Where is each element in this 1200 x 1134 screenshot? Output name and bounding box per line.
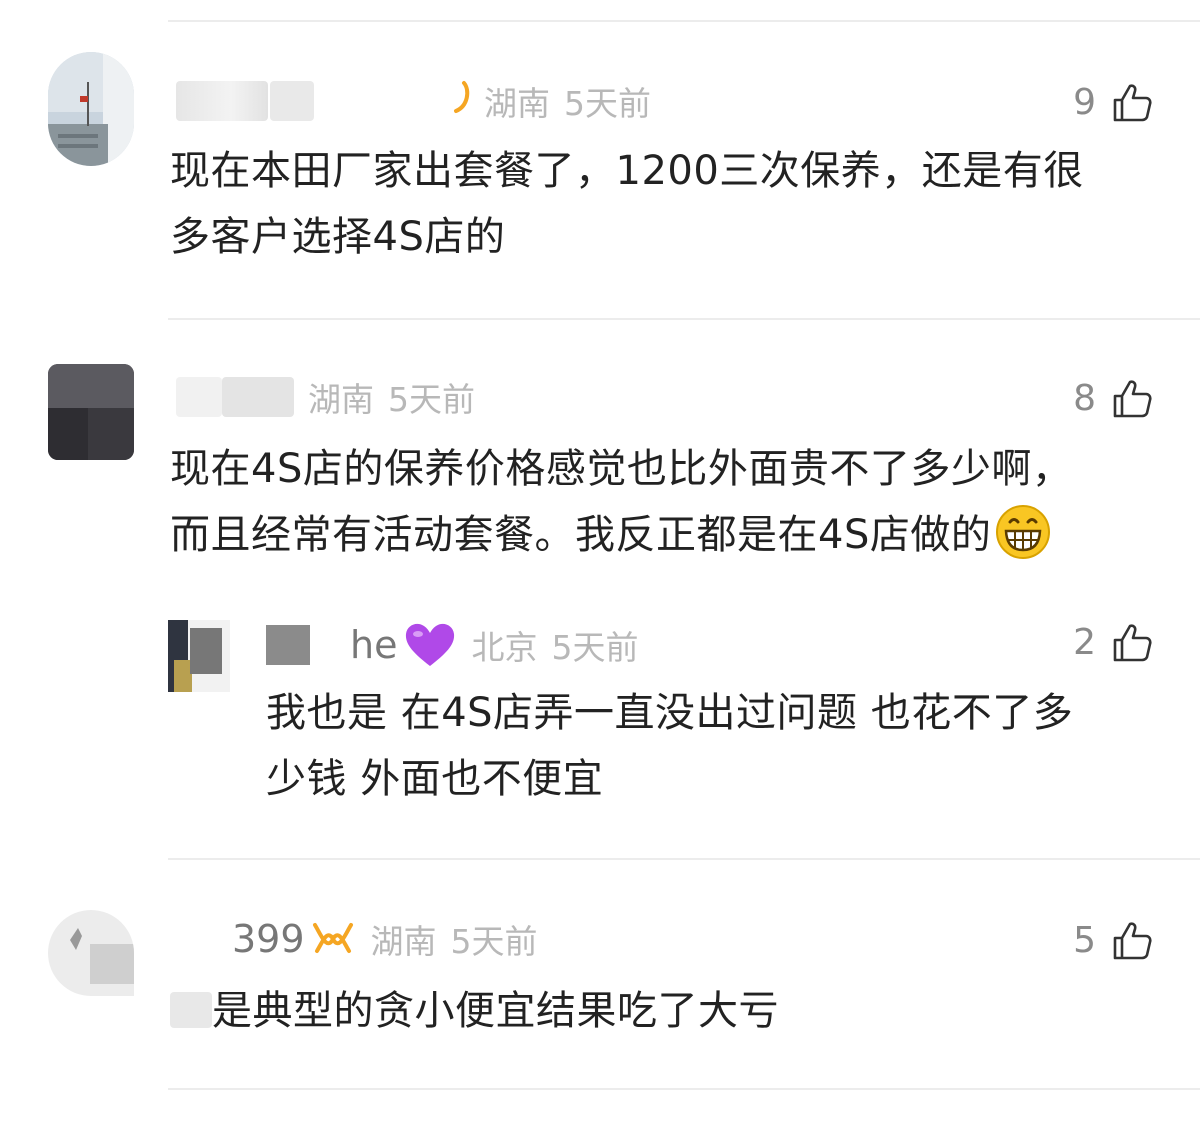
divider	[168, 1088, 1200, 1090]
divider	[168, 858, 1200, 860]
comment-text-line: 而且经常有活动套餐。我反正都是在4S店做的	[170, 502, 1072, 568]
comment-time: 5天前	[388, 380, 475, 419]
comment-text-line: 是典型的贪小便宜结果吃了大亏	[212, 988, 779, 1034]
comment-location: 湖南	[484, 84, 550, 123]
comment-text: 我也是 在4S店弄一直没出过问题 也花不了多 少钱 外面也不便宜	[266, 680, 1073, 812]
comment-location: 北京	[471, 628, 538, 667]
avatar-image	[48, 364, 134, 460]
avatar-image	[48, 910, 134, 996]
comment-location: 湖南	[308, 380, 374, 419]
username-redacted[interactable]	[266, 625, 310, 665]
username-redacted[interactable]	[222, 377, 294, 417]
avatar[interactable]	[168, 620, 230, 692]
comment-time: 5天前	[564, 84, 651, 123]
divider	[168, 318, 1200, 320]
comment-text: 是典型的贪小便宜结果吃了大亏	[170, 978, 779, 1044]
comment-meta: he 北京 5天前	[266, 620, 638, 670]
username-fragment[interactable]: 399	[232, 917, 305, 961]
redacted-fragment	[170, 992, 212, 1028]
comment-meta: 湖南 5天前	[176, 372, 475, 422]
comment-text-line: 多客户选择4S店的	[170, 214, 506, 260]
like-count: 5	[1073, 920, 1096, 961]
comment-location: 湖南	[370, 922, 437, 961]
like-button[interactable]: 2	[1073, 622, 1152, 663]
username-redacted[interactable]	[176, 81, 268, 121]
like-count: 2	[1073, 622, 1096, 663]
avatar-image	[168, 620, 230, 692]
like-count: 8	[1073, 378, 1096, 419]
like-button[interactable]: 9	[1073, 82, 1152, 123]
like-button[interactable]: 5	[1073, 920, 1152, 961]
thumbs-up-icon	[1113, 921, 1152, 959]
comment-list: 湖南 5天前 9 现在本田厂家出套餐了，1200三次保养，还是有很 多客户选择4…	[0, 0, 1200, 1134]
comment-text: 现在本田厂家出套餐了，1200三次保养，还是有很 多客户选择4S店的	[170, 138, 1084, 270]
thumbs-up-icon	[1113, 623, 1152, 661]
username-fragment[interactable]: he	[350, 623, 397, 667]
avatar[interactable]	[48, 364, 134, 460]
like-button[interactable]: 8	[1073, 378, 1152, 419]
avatar[interactable]	[48, 52, 134, 166]
comment-text-line: 我也是 在4S店弄一直没出过问题 也花不了多	[266, 690, 1074, 736]
like-count: 9	[1073, 82, 1096, 123]
vip-badge-icon	[312, 923, 353, 953]
comment-text: 现在4S店的保养价格感觉也比外面贵不了多少啊， 而且经常有活动套餐。我反正都是在…	[170, 436, 1072, 568]
avatar[interactable]	[48, 910, 134, 996]
username-redacted[interactable]	[176, 377, 222, 417]
comment-time: 5天前	[551, 628, 639, 667]
thumbs-up-icon	[1113, 379, 1152, 417]
grinning-face-icon	[996, 505, 1051, 559]
thumbs-up-icon	[1113, 83, 1152, 121]
comment-time: 5天前	[450, 922, 538, 961]
comment-text-line: 少钱 外面也不便宜	[266, 756, 604, 802]
comment-meta: 399 湖南 5天前	[232, 914, 538, 964]
avatar-image	[48, 52, 134, 166]
purple-heart-icon	[406, 623, 455, 666]
divider	[168, 20, 1200, 22]
username-redacted[interactable]	[270, 81, 314, 121]
comment-meta: 湖南 5天前	[176, 76, 651, 126]
comment-text-line: 现在4S店的保养价格感觉也比外面贵不了多少啊，	[170, 446, 1073, 492]
vip-badge-icon	[452, 80, 470, 122]
comment-text-line: 现在本田厂家出套餐了，1200三次保养，还是有很	[170, 148, 1084, 194]
